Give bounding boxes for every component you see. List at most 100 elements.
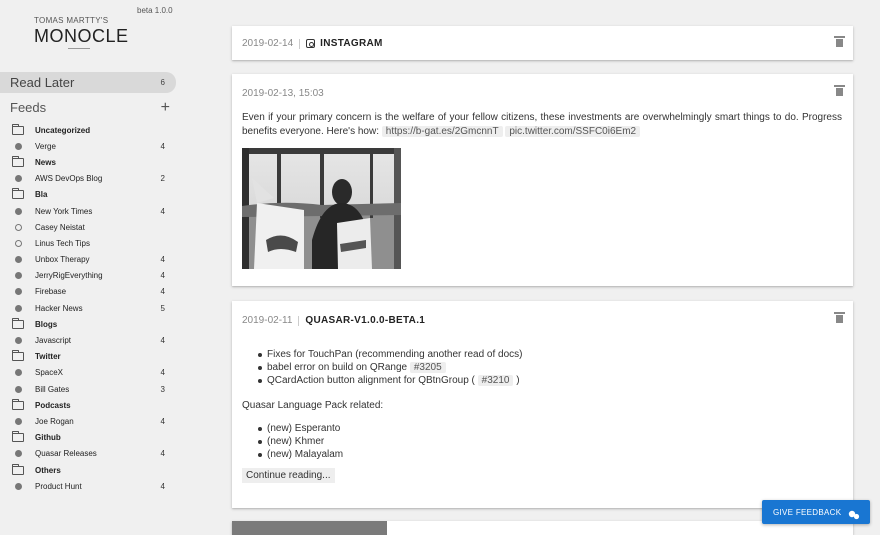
feed-dot-icon-shape	[14, 207, 22, 215]
delete-icon[interactable]	[834, 312, 845, 323]
feed-item[interactable]: Bill Gates 3	[0, 381, 184, 397]
feed-item[interactable]: AWS DevOps Blog 2	[0, 171, 184, 187]
feed-item[interactable]: Firebase 4	[0, 284, 184, 300]
folder-item[interactable]: Uncategorized	[0, 122, 184, 138]
feed-label: Javascript	[35, 336, 72, 346]
article-card-tweet[interactable]: 2019-02-13, 15:03 Even if your primary c…	[232, 74, 853, 286]
feed-item[interactable]: Product Hunt 4	[0, 478, 184, 494]
card-date: 2019-02-13, 15:03	[242, 88, 324, 99]
folder-icon-shape	[12, 123, 24, 135]
delete-icon[interactable]	[834, 85, 845, 96]
feedback-label: GIVE FEEDBACK	[773, 507, 842, 517]
card-date: 2019-02-11	[242, 315, 293, 326]
folder-item[interactable]: Github	[0, 430, 184, 446]
unread-count: 4	[160, 449, 165, 459]
folder-label: Github	[35, 433, 61, 443]
folder-icon	[12, 123, 24, 135]
feed-item[interactable]: Unbox Therapy 4	[0, 252, 184, 268]
feed-dot-icon	[12, 368, 24, 378]
feed-item[interactable]: Joe Rogan 4	[0, 413, 184, 429]
feed-dot-icon	[12, 287, 24, 297]
feed-unread-dot-icon-shape	[14, 239, 22, 247]
folder-item[interactable]: Blogs	[0, 316, 184, 332]
article-card-quasar[interactable]: 2019-02-11 QUASAR-V1.0.0-BETA.1 Fixes fo…	[232, 301, 853, 508]
feed-label: Casey Neistat	[35, 222, 85, 232]
list-item: Fixes for TouchPan (recommending another…	[258, 348, 838, 361]
list-item: (new) Malayalam	[258, 448, 838, 461]
feed-label: Firebase	[35, 287, 67, 297]
language-pack-list: (new) Esperanto (new) Khmer (new) Malayala…	[258, 422, 838, 461]
feed-label: SpaceX	[35, 368, 64, 378]
app-logo: TOMAS MARTTY'S MONOCLE	[34, 16, 144, 49]
add-feed-icon[interactable]: +	[161, 99, 170, 115]
feed-item[interactable]: SpaceX 4	[0, 365, 184, 381]
feed-item[interactable]: Casey Neistat	[0, 219, 184, 235]
list-item-suffix: )	[516, 375, 520, 386]
subheading: Quasar Language Pack related:	[242, 400, 384, 411]
continue-reading-button[interactable]: Continue reading...	[242, 468, 335, 483]
unread-count: 4	[160, 336, 165, 346]
feed-label: Linus Tech Tips	[35, 238, 90, 248]
tweet-link[interactable]: https://b-gat.es/2GmcnnT	[381, 126, 503, 137]
issue-link[interactable]: #3210	[477, 375, 514, 386]
feed-label: AWS DevOps Blog	[35, 174, 103, 184]
feed-item[interactable]: Quasar Releases 4	[0, 446, 184, 462]
feed-item[interactable]: Verge 4	[0, 138, 184, 154]
feed-dot-icon-shape	[14, 337, 22, 345]
article-card-next[interactable]	[232, 521, 853, 535]
folder-icon-shape	[12, 317, 24, 329]
feed-dot-icon	[12, 141, 24, 151]
feed-dot-icon-shape	[14, 385, 22, 393]
unread-count: 4	[160, 255, 165, 265]
article-card-instagram[interactable]: 2019-02-14 INSTAGRAM	[232, 26, 853, 60]
folder-item[interactable]: Bla	[0, 187, 184, 203]
feed-dot-icon	[12, 255, 24, 265]
issue-link[interactable]: #3205	[409, 362, 446, 373]
folder-label: Podcasts	[35, 400, 71, 410]
folder-item[interactable]: Others	[0, 462, 184, 478]
feed-dot-icon	[12, 481, 24, 491]
feed-label: Hacker News	[35, 303, 83, 313]
tweet-text-block: Even if your primary concern is the welf…	[242, 111, 842, 139]
version-label: beta 1.0.0	[137, 6, 173, 15]
folder-label: News	[35, 157, 56, 167]
article-image[interactable]	[242, 148, 401, 269]
folder-icon	[12, 155, 24, 167]
give-feedback-button[interactable]: GIVE FEEDBACK	[762, 500, 870, 524]
unread-count: 2	[160, 174, 165, 184]
unread-count: 3	[160, 384, 165, 394]
tweet-pic-link[interactable]: pic.twitter.com/SSFC0i6Em2	[505, 126, 641, 137]
unread-count: 4	[160, 141, 165, 151]
folder-label: Others	[35, 465, 61, 475]
unread-count: 4	[160, 368, 165, 378]
folder-item[interactable]: News	[0, 154, 184, 170]
feed-item[interactable]: Linus Tech Tips	[0, 235, 184, 251]
read-later-item[interactable]: Read Later 6	[0, 72, 176, 93]
logo-name: MONOCLE	[34, 26, 129, 46]
feeds-header: Feeds +	[10, 99, 170, 115]
feed-dot-icon-shape	[14, 288, 22, 296]
feed-item[interactable]: New York Times 4	[0, 203, 184, 219]
instagram-icon	[306, 39, 316, 48]
feed-label: Bill Gates	[35, 384, 70, 394]
folder-item[interactable]: Twitter	[0, 349, 184, 365]
feed-label: Unbox Therapy	[35, 255, 90, 265]
feed-dot-icon-shape	[14, 369, 22, 377]
read-later-label: Read Later	[10, 75, 75, 90]
feed-item[interactable]: Hacker News 5	[0, 300, 184, 316]
feed-dot-icon-shape	[14, 272, 22, 280]
folder-label: Twitter	[35, 352, 61, 362]
feed-item[interactable]: Javascript 4	[0, 332, 184, 348]
feed-item[interactable]: JerryRigEverything 4	[0, 268, 184, 284]
folder-item[interactable]: Podcasts	[0, 397, 184, 413]
feed-dot-icon	[12, 336, 24, 346]
card-date: 2019-02-14	[242, 38, 294, 49]
sidebar: beta 1.0.0 TOMAS MARTTY'S MONOCLE Read L…	[0, 0, 184, 535]
feed-label: JerryRigEverything	[35, 271, 103, 281]
article-image[interactable]	[232, 521, 387, 535]
unread-count: 5	[160, 303, 165, 313]
feed-dot-icon	[12, 174, 24, 184]
delete-icon[interactable]	[834, 36, 845, 47]
unread-count: 4	[160, 206, 165, 216]
feed-dot-icon-shape	[14, 256, 22, 264]
